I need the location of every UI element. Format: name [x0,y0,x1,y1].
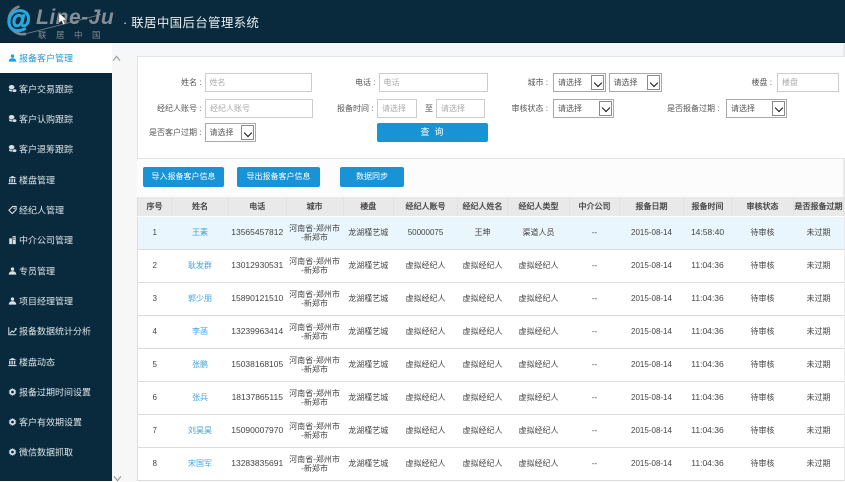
svg-text:@: @ [7,6,31,34]
svg-text:Line-Ju: Line-Ju [36,6,114,29]
